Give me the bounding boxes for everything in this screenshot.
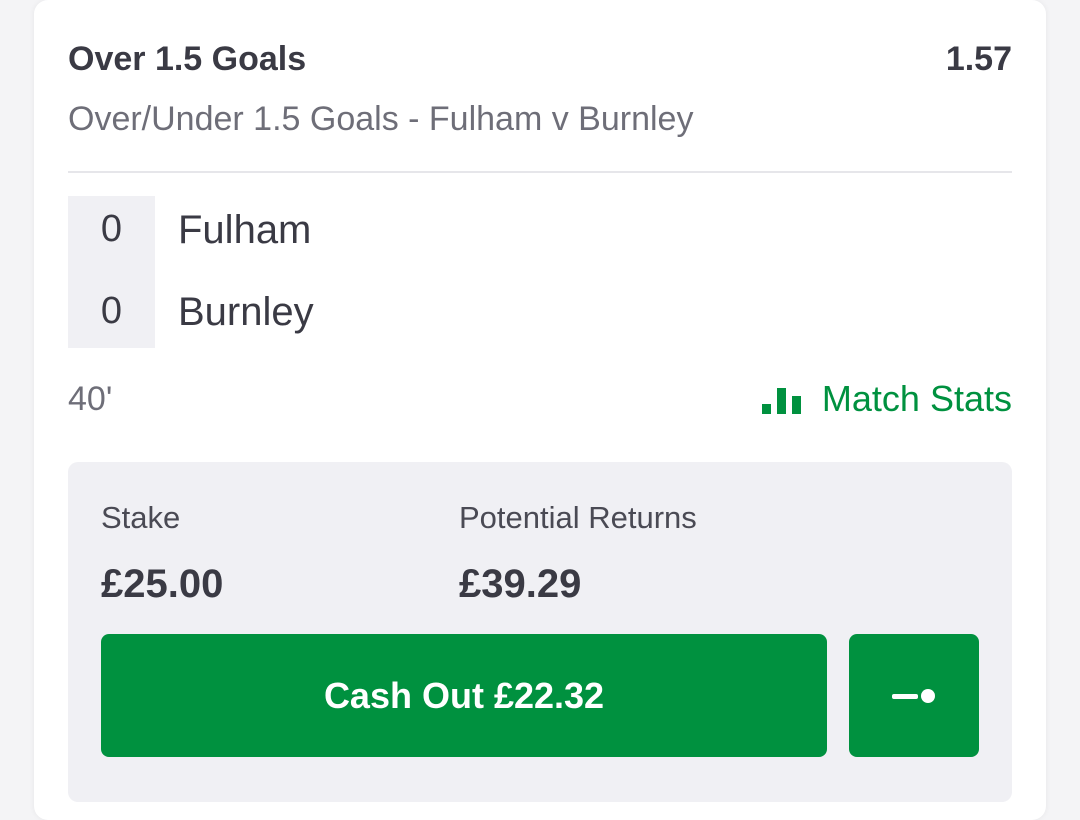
bar-chart-icon bbox=[761, 388, 801, 414]
away-team-name: Burnley bbox=[178, 290, 314, 334]
bet-card: Over 1.5 Goals 1.57 Over/Under 1.5 Goals… bbox=[34, 0, 1046, 820]
away-score: 0 bbox=[100, 290, 123, 332]
returns-value: £39.29 bbox=[459, 562, 582, 606]
slider-toggle-icon bbox=[892, 688, 935, 703]
odds-value: 1.57 bbox=[945, 40, 1012, 78]
cash-out-label: Cash Out £22.32 bbox=[323, 674, 605, 716]
stake-value: £25.00 bbox=[101, 562, 224, 606]
selection-row: Over 1.5 Goals 1.57 bbox=[68, 40, 1012, 79]
home-team-name: Fulham bbox=[178, 208, 312, 252]
cash-out-button[interactable]: Cash Out £22.32 bbox=[101, 634, 827, 757]
score-column: 0 0 bbox=[68, 196, 155, 348]
selection-name: Over 1.5 Goals bbox=[68, 40, 307, 78]
returns-label: Potential Returns bbox=[459, 500, 697, 535]
market-description: Over/Under 1.5 Goals - Fulham v Burnley bbox=[68, 100, 694, 138]
match-stats-link[interactable]: Match Stats bbox=[761, 378, 1012, 420]
match-stats-label: Match Stats bbox=[821, 378, 1012, 419]
match-time: 40' bbox=[68, 380, 113, 418]
stake-label: Stake bbox=[101, 500, 181, 535]
home-score: 0 bbox=[100, 208, 123, 250]
divider bbox=[68, 171, 1012, 173]
cash-out-panel: Stake Potential Returns £25.00 £39.29 Ca… bbox=[68, 462, 1012, 802]
partial-cash-out-button[interactable] bbox=[849, 634, 979, 757]
